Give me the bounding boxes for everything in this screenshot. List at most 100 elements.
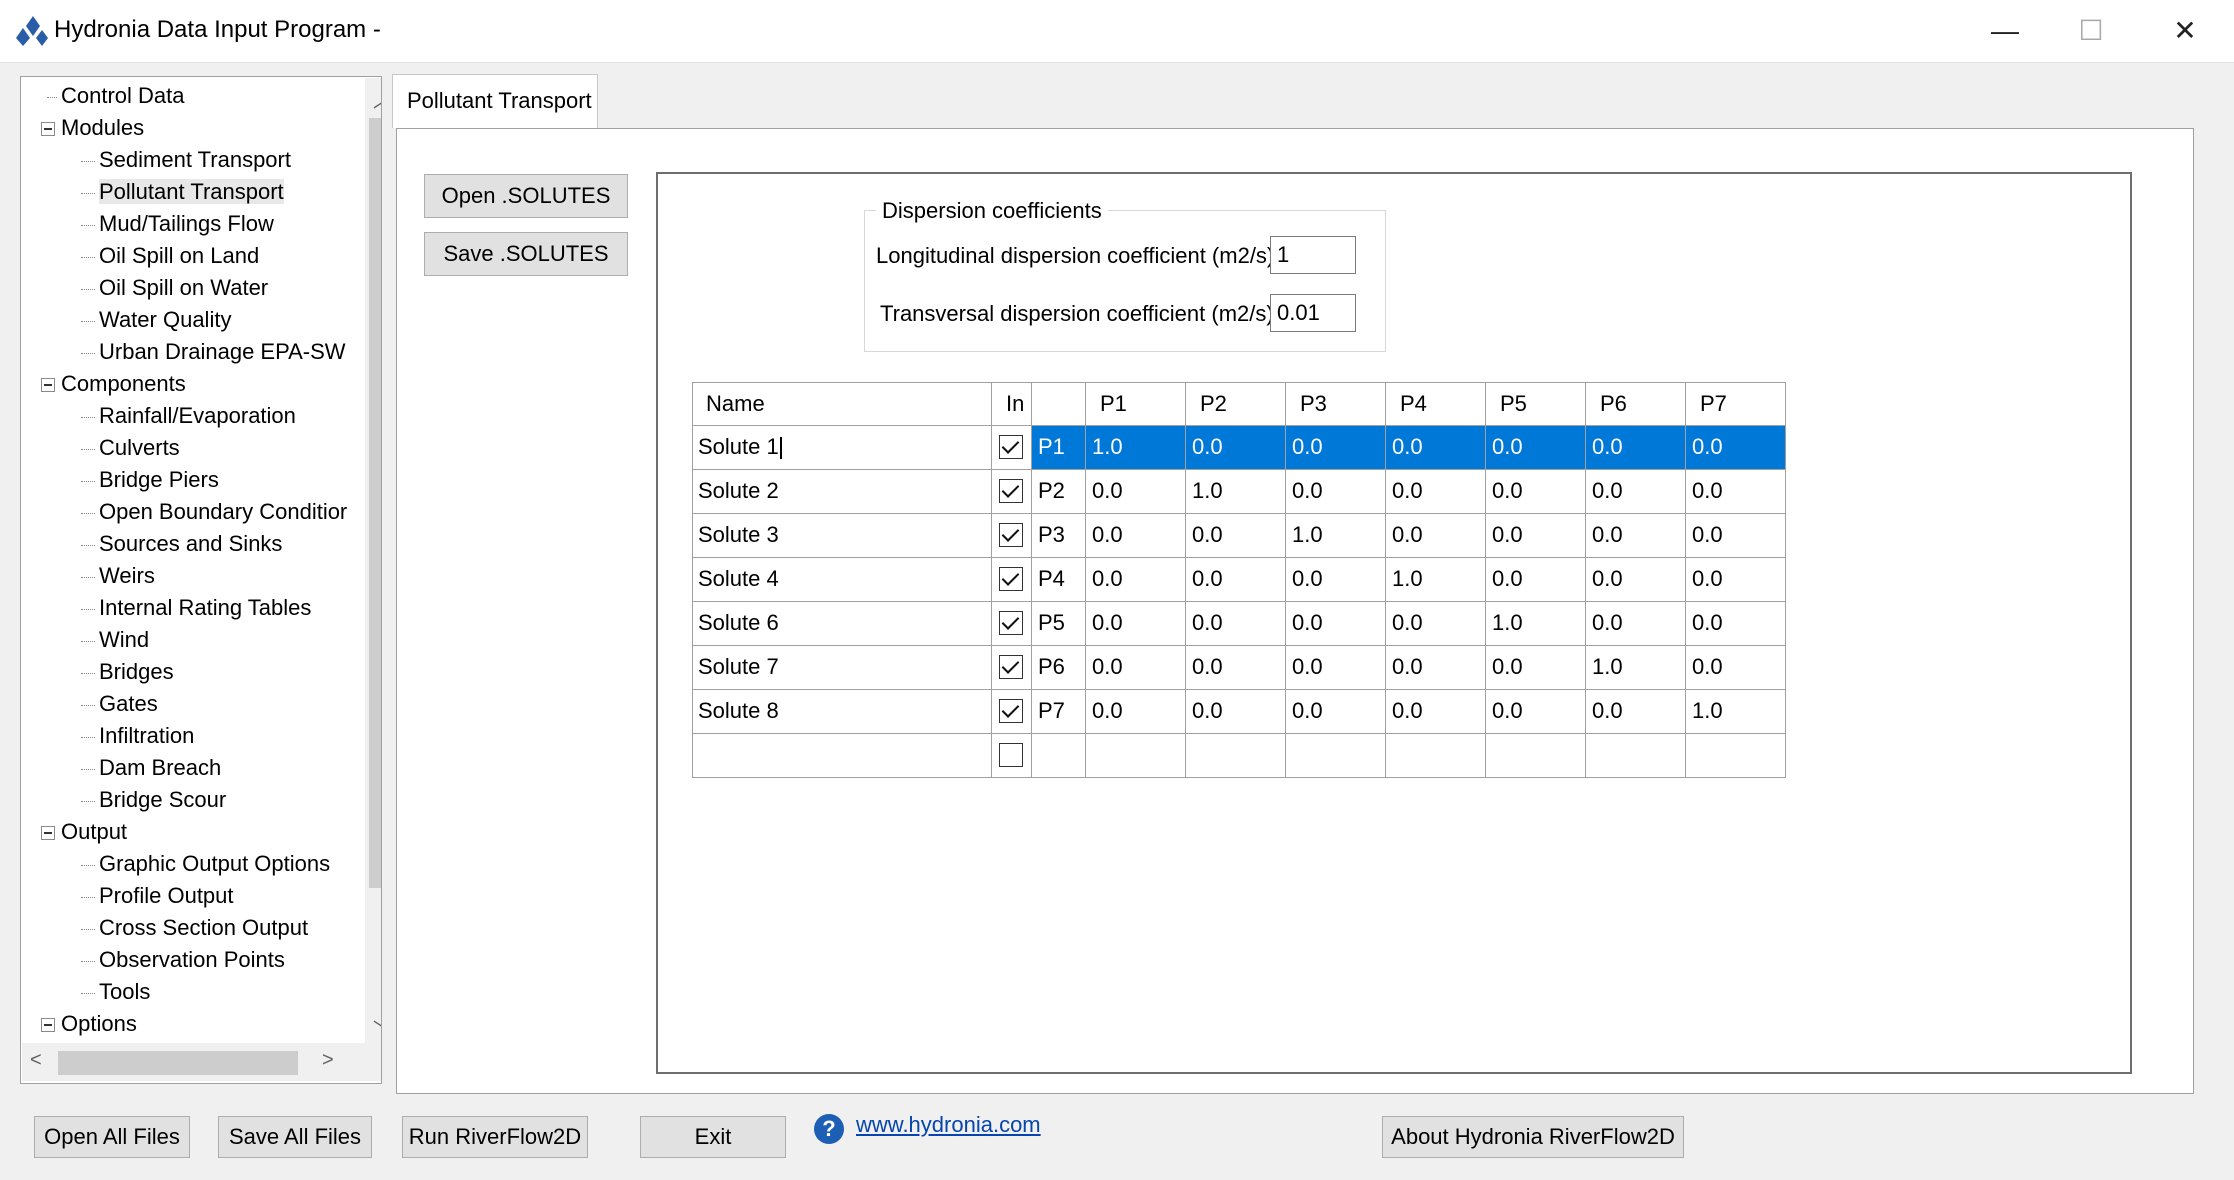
value-cell[interactable]: 0.0 [1286, 470, 1386, 514]
tree-item[interactable]: Culverts [99, 433, 180, 463]
open-all-files-button[interactable]: Open All Files [34, 1116, 190, 1158]
table-row[interactable]: Solute 7 P6 0.0 0.0 0.0 0.0 0.0 1.0 0.0 [692, 646, 1786, 690]
value-cell[interactable]: 0.0 [1186, 426, 1286, 470]
include-checkbox[interactable] [999, 435, 1023, 459]
value-cell[interactable]: 1.0 [1486, 602, 1586, 646]
tree-item[interactable]: Dam Breach [99, 753, 221, 783]
include-checkbox[interactable] [999, 567, 1023, 591]
value-cell[interactable]: 0.0 [1286, 426, 1386, 470]
value-cell[interactable]: 1.0 [1686, 690, 1786, 734]
tree-item[interactable]: Weirs [99, 561, 155, 591]
value-cell[interactable]: 0.0 [1686, 558, 1786, 602]
collapse-icon[interactable] [41, 122, 55, 136]
value-cell[interactable]: 0.0 [1686, 646, 1786, 690]
value-cell[interactable]: 0.0 [1386, 646, 1486, 690]
scroll-left-icon[interactable]: < [30, 1049, 42, 1072]
solute-name-cell[interactable]: Solute 2 [692, 470, 992, 514]
table-row[interactable]: Solute 2 P2 0.0 1.0 0.0 0.0 0.0 0.0 0.0 [692, 470, 1786, 514]
table-row[interactable]: Solute 4 P4 0.0 0.0 0.0 1.0 0.0 0.0 0.0 [692, 558, 1786, 602]
scroll-up-icon[interactable]: ︿ [373, 84, 381, 113]
tree-item[interactable]: Profile Output [99, 881, 234, 911]
tree-item[interactable]: Sources and Sinks [99, 529, 282, 559]
value-cell[interactable]: 0.0 [1586, 690, 1686, 734]
include-checkbox[interactable] [999, 655, 1023, 679]
value-cell[interactable]: 0.0 [1686, 514, 1786, 558]
help-icon[interactable]: ? [814, 1114, 844, 1144]
value-cell[interactable]: 0.0 [1486, 558, 1586, 602]
tree-item[interactable]: Options [61, 1009, 137, 1039]
close-button[interactable]: ✕ [2138, 0, 2232, 62]
value-cell[interactable]: 0.0 [1686, 426, 1786, 470]
table-row[interactable]: Solute 8 P7 0.0 0.0 0.0 0.0 0.0 0.0 1.0 [692, 690, 1786, 734]
tree-item[interactable]: Graphic Output Options [99, 849, 330, 879]
value-cell[interactable] [1186, 734, 1286, 778]
value-cell[interactable]: 0.0 [1086, 470, 1186, 514]
solute-name-cell[interactable]: Solute 8 [692, 690, 992, 734]
tree-item[interactable]: Sediment Transport [99, 145, 291, 175]
value-cell[interactable]: 1.0 [1586, 646, 1686, 690]
solute-name-cell[interactable]: Solute 7 [692, 646, 992, 690]
tree-vertical-scroll-thumb[interactable] [369, 118, 381, 888]
tree-item[interactable]: Mud/Tailings Flow [99, 209, 274, 239]
column-header[interactable]: P7 [1686, 382, 1786, 426]
value-cell[interactable]: 0.0 [1486, 470, 1586, 514]
value-cell[interactable]: 0.0 [1686, 602, 1786, 646]
value-cell[interactable]: 0.0 [1586, 426, 1686, 470]
tree-item[interactable]: Water Quality [99, 305, 231, 335]
parameter-cell[interactable]: P4 [1032, 558, 1086, 602]
tree-vertical-scrollbar[interactable]: ︿ ﹀ [365, 78, 381, 1044]
value-cell[interactable]: 0.0 [1086, 646, 1186, 690]
run-riverflow2d-button[interactable]: Run RiverFlow2D [402, 1116, 588, 1158]
column-header[interactable]: P6 [1586, 382, 1686, 426]
tab-pollutant-transport[interactable]: Pollutant Transport [392, 74, 598, 128]
solutes-grid[interactable]: Name In P1 P2 P3 P4 P5 P6 P7 Solute 1 P1 1.0 0.0 0.0 0… [692, 382, 1786, 780]
value-cell[interactable]: 0.0 [1586, 558, 1686, 602]
tree-horizontal-scroll-thumb[interactable] [58, 1051, 298, 1075]
value-cell[interactable]: 0.0 [1586, 470, 1686, 514]
value-cell[interactable]: 0.0 [1386, 602, 1486, 646]
include-checkbox[interactable] [999, 523, 1023, 547]
transversal-input[interactable]: 0.01 [1270, 294, 1356, 332]
value-cell[interactable]: 0.0 [1086, 558, 1186, 602]
tree-item[interactable]: Output [61, 817, 127, 847]
module-tree[interactable]: Control Data Modules Sediment Transport Pol… [20, 76, 382, 1084]
value-cell[interactable] [1686, 734, 1786, 778]
value-cell[interactable]: 0.0 [1586, 602, 1686, 646]
value-cell[interactable]: 0.0 [1086, 690, 1186, 734]
save-solutes-button[interactable]: Save .SOLUTES [424, 232, 628, 276]
tree-item[interactable]: Gates [99, 689, 158, 719]
parameter-cell[interactable]: P1 [1032, 426, 1086, 470]
tree-item[interactable]: Components [61, 369, 186, 399]
tree-item[interactable]: Wind [99, 625, 149, 655]
value-cell[interactable]: 0.0 [1086, 602, 1186, 646]
solute-name-cell[interactable]: Solute 1 [692, 426, 992, 470]
value-cell[interactable]: 0.0 [1186, 602, 1286, 646]
include-checkbox[interactable] [999, 699, 1023, 723]
value-cell[interactable]: 0.0 [1386, 426, 1486, 470]
value-cell[interactable]: 1.0 [1186, 470, 1286, 514]
value-cell[interactable]: 0.0 [1586, 514, 1686, 558]
value-cell[interactable]: 1.0 [1086, 426, 1186, 470]
column-header[interactable]: P4 [1386, 382, 1486, 426]
value-cell[interactable] [1386, 734, 1486, 778]
value-cell[interactable] [1586, 734, 1686, 778]
value-cell[interactable]: 0.0 [1186, 646, 1286, 690]
value-cell[interactable]: 0.0 [1086, 514, 1186, 558]
value-cell[interactable] [1086, 734, 1186, 778]
value-cell[interactable]: 0.0 [1186, 690, 1286, 734]
include-checkbox[interactable] [999, 479, 1023, 503]
scroll-right-icon[interactable]: > [322, 1049, 334, 1072]
collapse-icon[interactable] [41, 826, 55, 840]
value-cell[interactable]: 1.0 [1386, 558, 1486, 602]
value-cell[interactable]: 0.0 [1486, 646, 1586, 690]
include-checkbox[interactable] [999, 611, 1023, 635]
tree-item[interactable]: Rainfall/Evaporation [99, 401, 296, 431]
tree-horizontal-scrollbar[interactable]: < > [22, 1043, 381, 1081]
about-button[interactable]: About Hydronia RiverFlow2D [1382, 1116, 1684, 1158]
tree-item[interactable]: Urban Drainage EPA-SW [99, 337, 346, 367]
tree-item[interactable]: Cross Section Output [99, 913, 308, 943]
collapse-icon[interactable] [41, 1018, 55, 1032]
value-cell[interactable]: 0.0 [1286, 602, 1386, 646]
value-cell[interactable]: 1.0 [1286, 514, 1386, 558]
exit-button[interactable]: Exit [640, 1116, 786, 1158]
